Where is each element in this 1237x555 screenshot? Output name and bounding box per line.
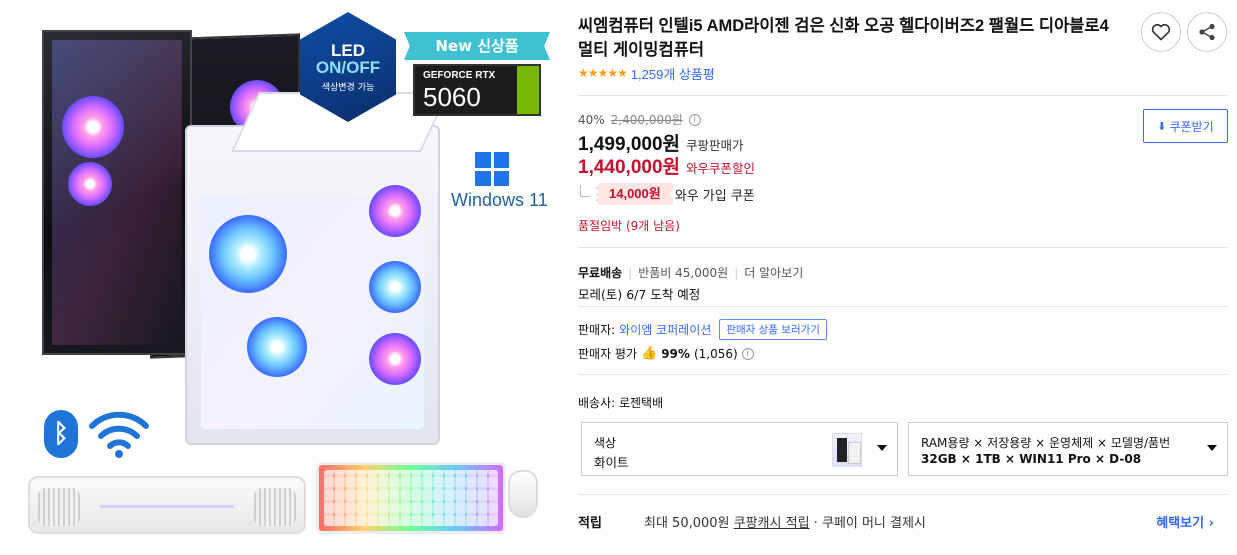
seller-label: 판매자: [578,323,616,337]
heart-icon [1151,24,1171,41]
mouse [508,470,538,518]
original-price: 2,400,000원 [610,113,683,127]
free-shipping: 무료배송 [578,266,623,280]
chevron-down-icon [877,445,887,451]
gpu-badge: GEFORCE RTX 5060 [413,64,541,116]
bluetooth-icon: ᛒ [44,410,78,458]
product-info-panel: 씨엠컴퓨터 인텔i5 AMD라이젠 검은 신화 오공 헬다이버즈2 팰월드 디아… [578,0,1237,555]
divider [578,247,1228,248]
soundbar-speaker [28,476,306,534]
seller-eval-score: 99% [661,346,690,361]
coupon-row: 14,000원 와우 가입 쿠폰 [578,183,755,205]
coupon-download-button[interactable]: ⬇ 쿠폰받기 [1143,109,1228,143]
spec-option-select[interactable]: RAM용량 × 저장용량 × 운영체제 × 모델명/품번 32GB × 1TB … [908,422,1228,476]
benefit-view-link[interactable]: 혜택보기 › [1156,512,1214,531]
wow-price: 1,440,000원 [578,157,681,178]
wow-price-row: 1,440,000원 와우쿠폰할인 [578,152,755,179]
windows-label: Windows 11 [451,190,548,210]
reward-row: 적립 최대 50,000원 쿠팡캐시 적립 · 쿠페이 머니 결제시 혜택보기 … [578,508,1228,534]
fan-pink [369,333,421,385]
new-product-badge: New 신상품 [404,32,550,60]
fan-pink [62,96,124,158]
return-fee: 반품비 45,000원 [638,266,729,280]
reward-text: 최대 50,000원 쿠팡캐시 적립 · 쿠페이 머니 결제시 [644,515,926,531]
gpu-brand: GEFORCE RTX [423,70,496,81]
wifi-icon [89,411,149,458]
divider [578,494,1228,495]
fan-pink [369,185,421,237]
fan-blue [209,215,287,293]
share-button[interactable] [1187,12,1227,52]
seller-evaluation-row: 판매자 평가 👍 99% (1,056) i [578,345,754,362]
download-icon: ⬇ [1157,120,1167,133]
fan-blue [369,261,421,313]
option-value: 화이트 [594,455,629,470]
led-line2: ON/OFF [315,57,381,77]
rgb-keyboard [316,462,506,534]
led-line3: 색상변경 가능 [321,82,375,93]
led-line1: LED [331,40,365,60]
option-label: 색상 [594,436,617,450]
carrier: 배송사: 로젠택배 [578,396,664,410]
info-icon[interactable]: i [688,113,701,126]
reward-label: 적립 [578,515,602,531]
shipping-row: 무료배송 | 반품비 45,000원 | 더 알아보기 [578,264,804,281]
divider [578,306,1228,307]
black-case [42,30,192,355]
seller-eval-count: (1,056) [693,346,738,361]
seller-name-link[interactable]: 와이엠 코퍼레이션 [619,321,711,338]
fan-blue [247,317,307,377]
white-case [185,125,440,445]
chevron-down-icon [1207,445,1217,451]
wow-price-label: 와우쿠폰할인 [686,161,756,176]
coupon-button-label: 쿠폰받기 [1169,119,1214,134]
discount-row: 40% 2,400,000원 i [578,111,701,128]
nvidia-logo-icon [517,66,539,114]
product-title: 씨엠컴퓨터 인텔i5 AMD라이젠 검은 신화 오공 헬다이버즈2 팰월드 디아… [578,17,1109,59]
info-icon[interactable]: i [741,347,754,360]
windows-logo-icon [475,152,509,186]
tree-corner-icon [580,185,590,197]
fan-pink [68,162,112,206]
color-option-select[interactable]: 색상 화이트 [581,422,898,476]
option-thumbnail [832,433,862,467]
wishlist-button[interactable] [1141,12,1181,52]
divider [578,95,1228,96]
shipping-more-link[interactable]: 더 알아보기 [744,264,803,281]
share-icon [1199,23,1215,41]
rating-summary[interactable]: ★★★★★ 1,259개 상품평 [578,64,715,82]
option-value: 32GB × 1TB × WIN11 Pro × D-08 [921,452,1142,466]
product-image[interactable]: LED ON/OFF 색상변경 가능 New 신상품 GEFORCE RTX 5… [0,0,560,555]
coupon-amount: 14,000원 [596,183,673,205]
coupang-cash-link[interactable]: 쿠팡캐시 적립 [734,516,810,531]
divider [578,374,1228,375]
rating-stars: ★★★★★ [578,66,628,80]
discount-rate: 40% [578,112,605,127]
coupon-label: 와우 가입 쿠폰 [674,188,755,204]
gpu-model: 5060 [423,82,481,112]
arrival-date: 모레(토) 6/7 도착 예정 [578,287,701,302]
thumbs-up-icon: 👍 [641,346,658,361]
option-label: RAM용량 × 저장용량 × 운영체제 × 모델명/품번 [921,436,1171,450]
seller-row: 판매자: 와이엠 코퍼레이션 판매자 상품 보러가기 [578,319,827,340]
seller-products-button[interactable]: 판매자 상품 보러가기 [719,319,827,340]
stock-warning: 품절임박 (9개 남음) [578,219,680,233]
review-count-link[interactable]: 1,259개 상품평 [631,64,715,83]
seller-eval-label: 판매자 평가 [578,347,638,361]
